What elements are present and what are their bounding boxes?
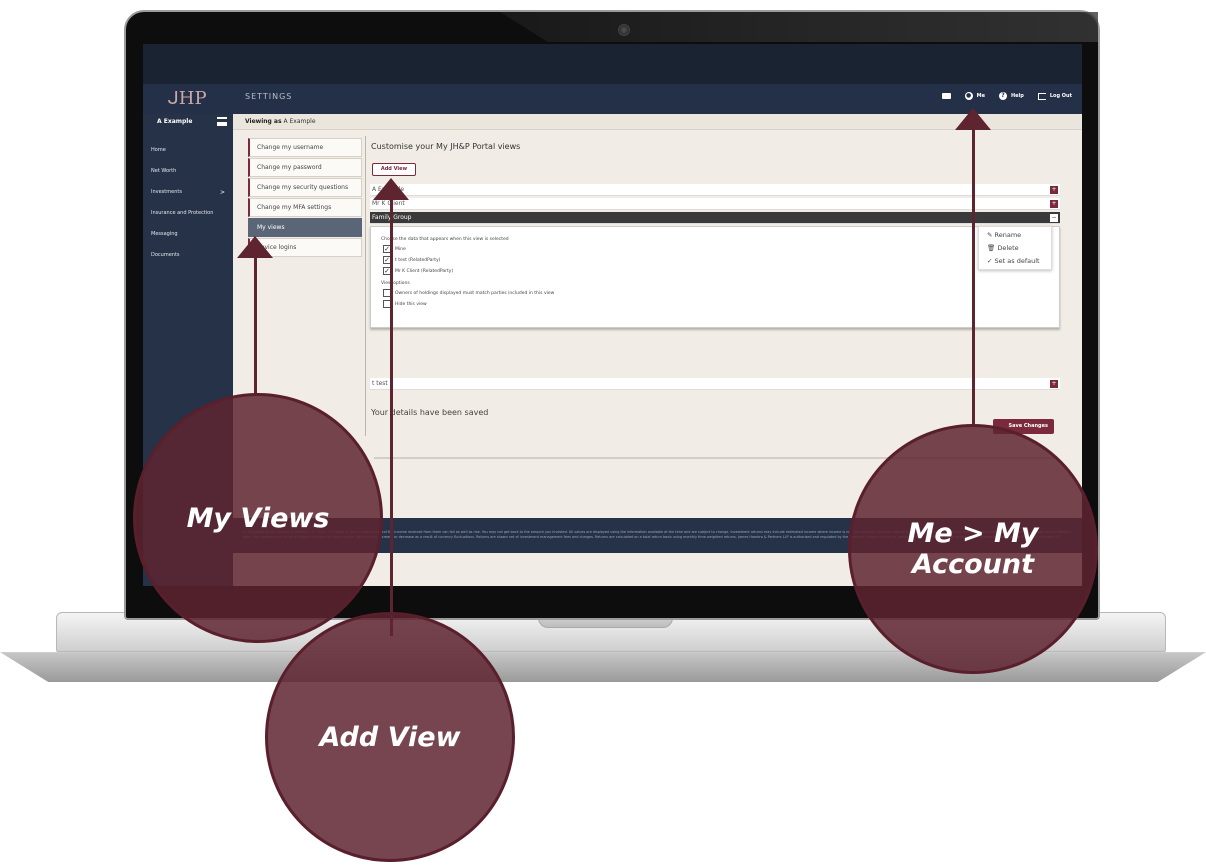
viewing-label: Viewing as A Example bbox=[245, 118, 316, 125]
option-label: Mr K Client (RelatedParty) bbox=[395, 269, 454, 274]
arrow-my-views-head bbox=[237, 236, 273, 258]
view-details: Choose the data that appears when this v… bbox=[370, 226, 1060, 328]
settings-item-mfa[interactable]: Change my MFA settings bbox=[248, 198, 362, 217]
browser-strip bbox=[143, 44, 1082, 84]
viewing-prefix: Viewing as bbox=[245, 118, 282, 125]
user-icon: ● bbox=[964, 92, 973, 100]
tutorial-graphic: ᒍHP SETTINGS ● Me ? Help Log Out A Examp… bbox=[0, 0, 1206, 867]
callout-add-view: Add View bbox=[265, 612, 515, 862]
arrow-my-views-shaft bbox=[254, 256, 257, 396]
sidebar-item-label: Messaging bbox=[151, 231, 178, 237]
view-row-expanded[interactable]: Family Group − bbox=[370, 212, 1060, 224]
arrow-add-view-head bbox=[373, 178, 409, 200]
settings-item-security-questions[interactable]: Change my security questions bbox=[248, 178, 362, 197]
expand-icon[interactable]: + bbox=[1050, 380, 1058, 388]
account-name: A Example bbox=[157, 118, 193, 125]
expand-icon[interactable]: + bbox=[1050, 200, 1058, 208]
logout-button[interactable]: Log Out bbox=[1037, 92, 1072, 100]
collapse-icon[interactable]: − bbox=[1050, 214, 1058, 222]
menu-icon[interactable] bbox=[217, 117, 227, 126]
help-icon: ? bbox=[998, 92, 1007, 100]
sidebar-item-net-worth[interactable]: Net Worth bbox=[143, 161, 233, 182]
option-label: Mine bbox=[395, 247, 406, 252]
sidebar-item-label: Net Worth bbox=[151, 168, 177, 174]
messages-button[interactable] bbox=[941, 93, 951, 99]
add-view-button[interactable]: Add View bbox=[372, 163, 416, 176]
menu-label: Set as default bbox=[994, 257, 1040, 265]
view-row[interactable]: Mr K Client + bbox=[370, 198, 1060, 210]
option-label: t test (RelatedParty) bbox=[395, 258, 441, 263]
view-row[interactable]: t test + bbox=[370, 378, 1060, 390]
saved-message: Your details have been saved bbox=[371, 408, 489, 417]
expand-icon[interactable]: + bbox=[1050, 186, 1058, 194]
sidebar-item-home[interactable]: Home bbox=[143, 140, 233, 161]
option-label: Hide this view bbox=[395, 302, 427, 307]
sidebar-item-insurance[interactable]: Insurance and Protection bbox=[143, 203, 233, 224]
account-row: A Example bbox=[143, 114, 233, 130]
callout-me-account: Me > My Account bbox=[848, 424, 1098, 674]
logo: ᒍHP bbox=[167, 88, 207, 109]
choose-label: Choose the data that appears when this v… bbox=[381, 237, 509, 242]
me-button[interactable]: ● Me bbox=[964, 92, 985, 100]
sidebar-item-documents[interactable]: Documents bbox=[143, 245, 233, 266]
settings-item-my-views[interactable]: My views bbox=[248, 218, 362, 237]
chevron-right-icon: > bbox=[219, 189, 225, 196]
settings-item-password[interactable]: Change my password bbox=[248, 158, 362, 177]
callout-my-views: My Views bbox=[133, 393, 383, 643]
envelope-icon bbox=[941, 93, 951, 99]
menu-label: Rename bbox=[994, 231, 1022, 239]
logout-label: Log Out bbox=[1049, 93, 1072, 99]
sidebar-item-investments[interactable]: Investments > bbox=[143, 182, 233, 203]
panel-title: Customise your My JH&P Portal views bbox=[371, 142, 521, 151]
help-button[interactable]: ? Help bbox=[998, 92, 1024, 100]
sidebar-item-label: Investments bbox=[151, 189, 182, 195]
sidebar-item-label: Documents bbox=[151, 252, 180, 258]
menu-set-default[interactable]: ✓ Set as default bbox=[987, 257, 1040, 265]
me-label: Me bbox=[976, 93, 985, 99]
sidebar-item-label: Home bbox=[151, 147, 166, 153]
view-row-label: Mr K Client bbox=[372, 200, 405, 207]
sidebar-nav: Home Net Worth Investments > Insurance an… bbox=[143, 140, 233, 266]
sidebar-item-label: Insurance and Protection bbox=[151, 210, 214, 216]
header-actions: ● Me ? Help Log Out bbox=[941, 92, 1072, 100]
view-context-menu: ✎ Rename 🗑 Delete ✓ Set as default bbox=[978, 226, 1052, 270]
viewing-name: A Example bbox=[283, 118, 316, 125]
arrow-me-shaft bbox=[972, 126, 975, 426]
arrow-me-head bbox=[955, 108, 991, 130]
views-panel: Customise your My JH&P Portal views Add … bbox=[365, 136, 1065, 459]
camera-icon bbox=[618, 24, 630, 36]
sidebar-item-messaging[interactable]: Messaging bbox=[143, 224, 233, 245]
view-row[interactable]: A Example + bbox=[370, 184, 1060, 196]
settings-item-username[interactable]: Change my username bbox=[248, 138, 362, 157]
logout-icon bbox=[1037, 92, 1046, 100]
help-label: Help bbox=[1010, 93, 1024, 99]
option-label: Owners of holdings displayed must match … bbox=[395, 291, 555, 296]
arrow-add-view-shaft bbox=[390, 196, 393, 636]
view-row-label: t test bbox=[372, 380, 388, 387]
menu-rename[interactable]: ✎ Rename bbox=[987, 231, 1021, 239]
menu-delete[interactable]: 🗑 Delete bbox=[987, 244, 1019, 252]
lid-sheen bbox=[500, 12, 1098, 42]
page-title: SETTINGS bbox=[245, 92, 293, 101]
view-options-label: View options bbox=[381, 281, 410, 286]
menu-label: Delete bbox=[997, 244, 1019, 252]
